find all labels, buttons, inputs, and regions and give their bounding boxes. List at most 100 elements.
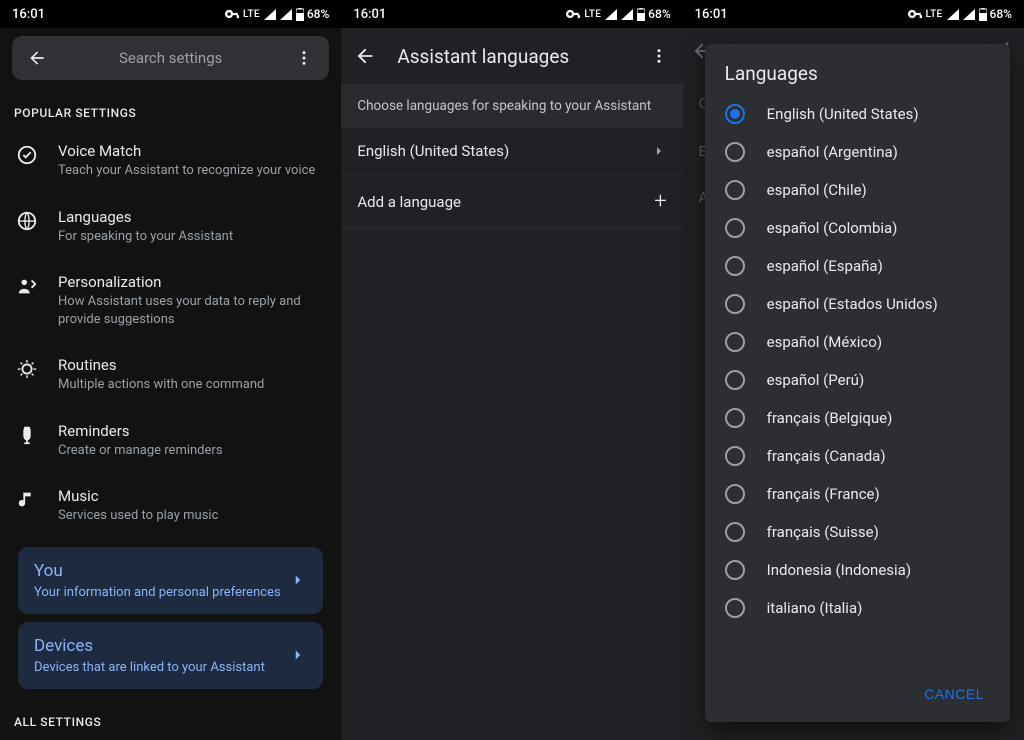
radio-icon: [725, 256, 745, 276]
battery-icon: [979, 8, 987, 21]
signal-icon-1: [605, 9, 617, 20]
battery-indicator: 68%: [637, 7, 670, 21]
language-option[interactable]: español (Perú): [705, 361, 1010, 399]
appbar-title: Assistant languages: [397, 45, 626, 68]
chevron-right-icon: [289, 646, 307, 664]
dialog-options-list[interactable]: English (United States) español (Argentin…: [705, 95, 1010, 672]
language-option[interactable]: Indonesia (Indonesia): [705, 551, 1010, 589]
language-option[interactable]: español (Colombia): [705, 209, 1010, 247]
radio-icon: [725, 446, 745, 466]
screen-assistant-settings: 16:01 LTE 68% Search settings POPULAR SE…: [0, 0, 341, 740]
setting-sub: For speaking to your Assistant: [58, 228, 327, 246]
setting-sub: Teach your Assistant to recognize your v…: [58, 162, 327, 180]
status-right: LTE 68%: [908, 7, 1012, 21]
current-language: English (United States): [357, 142, 509, 160]
status-bar: 16:01 LTE 68%: [0, 0, 341, 28]
network-type: LTE: [584, 9, 601, 20]
card-sub: Your information and personal preference…: [34, 585, 281, 600]
setting-sub: Multiple actions with one command: [58, 376, 327, 394]
language-option-label: español (España): [767, 257, 883, 275]
signal-icon-1: [264, 9, 276, 20]
radio-icon: [725, 408, 745, 428]
status-bar: 16:01 LTE 68%: [683, 0, 1024, 28]
globe-icon: [14, 208, 40, 232]
language-option[interactable]: español (Chile): [705, 171, 1010, 209]
setting-personalization[interactable]: Personalization How Assistant uses your …: [0, 259, 341, 342]
current-language-row[interactable]: English (United States): [341, 128, 682, 175]
back-icon[interactable]: [20, 48, 54, 68]
radio-icon: [725, 484, 745, 504]
language-option[interactable]: français (Canada): [705, 437, 1010, 475]
language-option[interactable]: français (Belgique): [705, 399, 1010, 437]
language-option-label: français (France): [767, 485, 880, 503]
search-placeholder: Search settings: [54, 49, 287, 67]
section-popular-settings: POPULAR SETTINGS: [0, 88, 341, 128]
setting-routines[interactable]: Routines Multiple actions with one comma…: [0, 342, 341, 408]
more-vert-icon[interactable]: [287, 49, 321, 67]
appbar: Assistant languages: [341, 28, 682, 84]
language-option[interactable]: español (España): [705, 247, 1010, 285]
vpn-key-icon: [225, 9, 239, 19]
setting-reminders[interactable]: Reminders Create or manage reminders: [0, 408, 341, 474]
setting-title: Voice Match: [58, 142, 327, 160]
network-type: LTE: [926, 9, 943, 20]
battery-percent: 68%: [990, 7, 1012, 21]
routines-icon: [14, 356, 40, 380]
language-option-label: français (Suisse): [767, 523, 879, 541]
battery-indicator: 68%: [979, 7, 1012, 21]
voice-match-icon: [14, 142, 40, 166]
add-language-row[interactable]: Add a language +: [341, 175, 682, 229]
reminders-icon: [14, 422, 40, 446]
language-option-label: español (Perú): [767, 371, 865, 389]
search-settings-field[interactable]: Search settings: [12, 36, 329, 80]
language-dialog: Languages English (United States) español…: [705, 44, 1010, 722]
languages-header: Choose languages for speaking to your As…: [341, 84, 682, 128]
card-title: You: [34, 561, 281, 581]
language-option[interactable]: italiano (Italia): [705, 589, 1010, 627]
add-language-label: Add a language: [357, 193, 461, 211]
setting-title: Personalization: [58, 273, 327, 291]
setting-sub: Services used to play music: [58, 507, 327, 525]
status-bar: 16:01 LTE 68%: [341, 0, 682, 28]
battery-percent: 68%: [307, 7, 329, 21]
music-note-icon: [14, 487, 40, 511]
setting-title: Routines: [58, 356, 327, 374]
setting-music[interactable]: Music Services used to play music: [0, 473, 341, 539]
radio-icon: [725, 560, 745, 580]
setting-sub: How Assistant uses your data to reply an…: [58, 293, 327, 328]
language-option-label: español (Argentina): [767, 143, 898, 161]
radio-icon: [725, 142, 745, 162]
cancel-button[interactable]: CANCEL: [916, 680, 992, 708]
screen-language-picker: 16:01 LTE 68% C E A Languages English (U…: [683, 0, 1024, 740]
back-icon[interactable]: [349, 45, 381, 67]
battery-icon: [637, 8, 645, 21]
status-right: LTE 68%: [566, 7, 670, 21]
signal-icon-2: [963, 9, 975, 20]
radio-icon: [725, 370, 745, 390]
vpn-key-icon: [566, 9, 580, 19]
language-option-label: Indonesia (Indonesia): [767, 561, 911, 579]
setting-voice-match[interactable]: Voice Match Teach your Assistant to reco…: [0, 128, 341, 194]
card-devices[interactable]: Devices Devices that are linked to your …: [18, 622, 323, 689]
status-time: 16:01: [12, 7, 45, 22]
language-option[interactable]: English (United States): [705, 95, 1010, 133]
radio-icon: [725, 180, 745, 200]
status-time: 16:01: [353, 7, 386, 22]
language-option[interactable]: français (France): [705, 475, 1010, 513]
language-option-label: français (Belgique): [767, 409, 893, 427]
battery-icon: [296, 8, 304, 21]
setting-languages[interactable]: Languages For speaking to your Assistant: [0, 194, 341, 260]
vpn-key-icon: [908, 9, 922, 19]
radio-icon: [725, 294, 745, 314]
more-vert-icon[interactable]: [643, 47, 675, 65]
dialog-title: Languages: [705, 44, 1010, 95]
language-option-label: English (United States): [767, 105, 919, 123]
language-option[interactable]: español (México): [705, 323, 1010, 361]
language-option-label: español (Estados Unidos): [767, 295, 938, 313]
card-you[interactable]: You Your information and personal prefer…: [18, 547, 323, 614]
setting-title: Music: [58, 487, 327, 505]
language-option[interactable]: español (Argentina): [705, 133, 1010, 171]
language-option[interactable]: français (Suisse): [705, 513, 1010, 551]
language-option[interactable]: español (Estados Unidos): [705, 285, 1010, 323]
setting-sub: Create or manage reminders: [58, 442, 327, 460]
